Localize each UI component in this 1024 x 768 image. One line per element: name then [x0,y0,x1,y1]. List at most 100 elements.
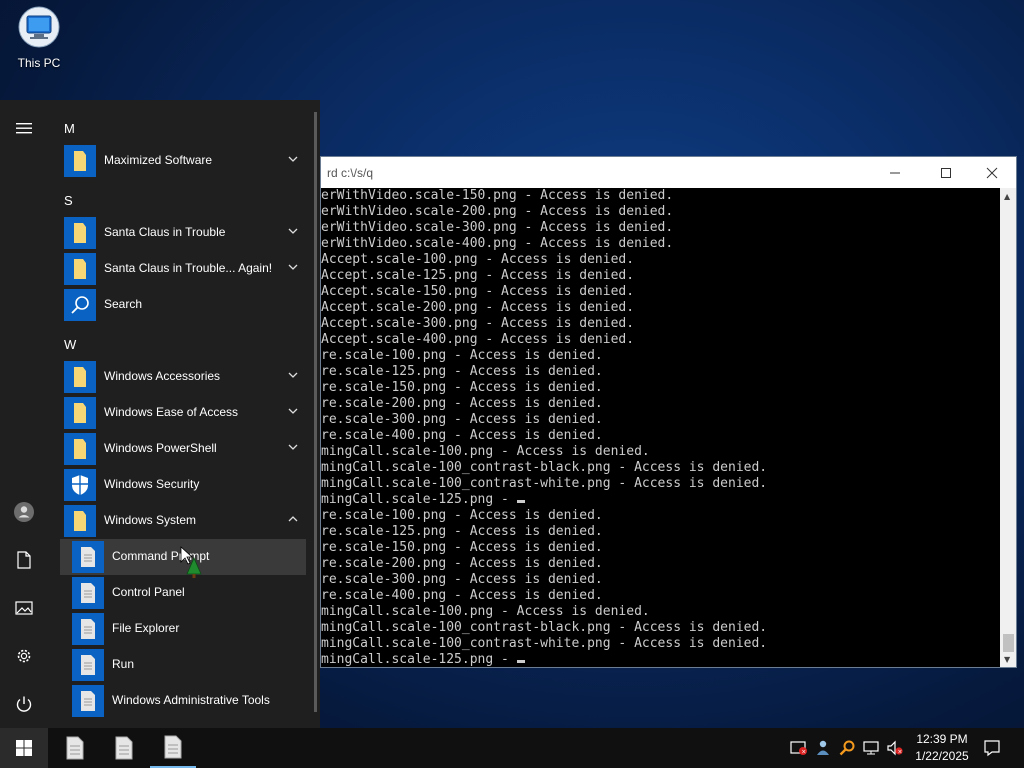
folder-icon [64,505,96,537]
console-line: re.scale-200.png - Access is denied. [321,556,603,571]
document-icon [66,736,84,760]
start-button[interactable] [0,728,48,768]
app-santa-claus-in-trouble[interactable]: Santa Claus in Trouble [60,215,306,251]
settings-button[interactable] [0,636,48,676]
folder-icon [64,145,96,177]
app-search[interactable]: Search [60,287,306,323]
group-letter-s[interactable]: S [64,193,73,208]
app-run[interactable]: Run [60,647,306,683]
volume-muted-icon: × [887,740,903,756]
chevron-up-icon[interactable] [288,515,298,523]
app-windows-administrative-tools[interactable]: Windows Administrative Tools [60,683,306,719]
console-line: Accept.scale-100.png - Access is denied. [321,252,635,267]
minimize-button[interactable] [872,157,918,188]
tray-volume[interactable]: × [884,728,906,768]
folder-icon [64,253,96,285]
app-list-scrollbar[interactable] [314,112,317,712]
maximize-button[interactable] [923,157,969,188]
scroll-down-icon[interactable]: ▼ [1004,655,1010,664]
people-icon [817,740,829,755]
app-windows-security[interactable]: Windows Security [60,467,306,503]
window-title: rd c:\/s/q [327,166,374,180]
console-line: erWithVideo.scale-150.png - Access is de… [321,188,674,203]
app-name: Windows PowerShell [104,441,217,455]
chevron-down-icon[interactable] [288,407,298,415]
taskbar-app-2[interactable] [101,728,147,768]
app-name: Maximized Software [104,153,213,167]
action-center-button[interactable] [978,728,1006,768]
console-line: re.scale-150.png - Access is denied. [321,380,603,395]
group-letter-w[interactable]: W [64,337,76,352]
app-maximized-software[interactable]: Maximized Software [60,143,306,179]
folder-icon [64,217,96,249]
app-windows-ease-of-access[interactable]: Windows Ease of Access [60,395,306,431]
chevron-down-icon[interactable] [288,263,298,271]
scroll-up-icon[interactable]: ▲ [1004,192,1010,201]
console-line: Accept.scale-300.png - Access is denied. [321,316,635,331]
console-line: re.scale-125.png - Access is denied. [321,524,603,539]
clock-date: 1/22/2025 [915,749,969,763]
chevron-down-icon[interactable] [288,443,298,451]
app-name: Santa Claus in Trouble [104,225,226,239]
tray-security-alert[interactable]: × [788,728,810,768]
this-pc-icon [17,6,61,48]
pictures-icon [15,601,33,615]
taskbar-app-1[interactable] [52,728,98,768]
search-icon [64,289,96,321]
svg-text:×: × [897,748,902,755]
app-santa-claus-in-trouble-again[interactable]: Santa Claus in Trouble... Again! [60,251,306,287]
app-name: Santa Claus in Trouble... Again! [104,261,273,275]
app-name: Search [104,297,143,311]
console-line: re.scale-125.png - Access is denied. [321,364,603,379]
start-rail [0,100,48,728]
app-file-explorer[interactable]: File Explorer [60,611,306,647]
user-icon [14,502,34,522]
document-icon [72,541,104,573]
documents-button[interactable] [0,540,48,580]
app-windows-system[interactable]: Windows System [60,503,306,539]
app-windows-powershell[interactable]: Windows PowerShell [60,431,306,467]
console-line: erWithVideo.scale-200.png - Access is de… [321,204,674,219]
chevron-down-icon[interactable] [288,371,298,379]
window-titlebar[interactable]: rd c:\/s/q [321,157,1016,188]
hamburger-button[interactable] [0,108,48,148]
tray-network[interactable] [860,728,882,768]
console-line: re.scale-150.png - Access is denied. [321,540,603,555]
tray-people[interactable] [812,728,834,768]
close-button[interactable] [969,157,1015,188]
console-line: re.scale-300.png - Access is denied. [321,412,603,427]
console-output[interactable]: erWithVideo.scale-150.png - Access is de… [321,188,1001,668]
clock[interactable]: 12:39 PM 1/22/2025 [904,731,980,765]
folder-icon [64,433,96,465]
hamburger-icon [16,123,32,134]
group-letter-m[interactable]: M [64,121,75,136]
document-icon [115,736,133,760]
scrollbar-thumb[interactable] [1003,634,1014,652]
pictures-button[interactable] [0,588,48,628]
folder-icon [64,361,96,393]
console-line: Accept.scale-400.png - Access is denied. [321,332,635,347]
chevron-down-icon[interactable] [288,227,298,235]
security-alert-icon: × [790,741,807,756]
console-line: mingCall.scale-125.png - [321,492,1001,508]
power-icon [16,696,32,712]
console-line: mingCall.scale-100_contrast-white.png - … [321,636,768,651]
console-line: re.scale-300.png - Access is denied. [321,572,603,587]
folder-icon [64,397,96,429]
command-prompt-window[interactable]: rd c:\/s/q erWithVideo.scale-150.png - A… [320,156,1017,668]
console-line: erWithVideo.scale-400.png - Access is de… [321,236,674,251]
chevron-down-icon[interactable] [288,155,298,163]
document-icon [72,577,104,609]
desktop-icon-this-pc[interactable]: This PC [10,6,68,70]
console-scrollbar[interactable]: ▲ ▼ [1000,188,1016,667]
app-name: Windows Security [104,477,200,491]
taskbar: × × 12:39 PM 1/22/2025 [0,728,1024,768]
power-button[interactable] [0,684,48,724]
text-cursor [516,660,525,663]
app-windows-accessories[interactable]: Windows Accessories [60,359,306,395]
taskbar-app-3[interactable] [150,728,196,768]
document-icon [164,735,182,759]
tray-search-tool[interactable] [836,728,858,768]
user-button[interactable] [0,492,48,532]
console-line: re.scale-200.png - Access is denied. [321,396,603,411]
